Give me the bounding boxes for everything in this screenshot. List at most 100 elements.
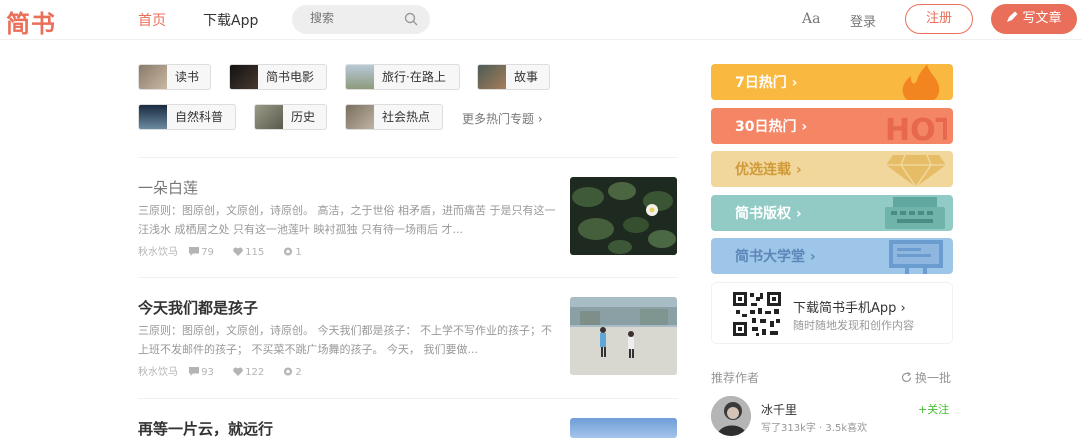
pen-icon — [1007, 11, 1018, 22]
comment-count[interactable]: 79 — [189, 247, 222, 258]
topic-history[interactable]: 历史 — [254, 104, 327, 130]
divider — [138, 157, 678, 158]
author-avatar-image — [711, 396, 751, 436]
more-topics-link[interactable]: 更多热门专题 › — [462, 110, 543, 127]
topic-label: 自然科普 — [175, 110, 224, 124]
top-navbar: 简书 首页 下载App Aa 登录 注册 写文章 — [0, 0, 1082, 40]
reward-count: 2 — [283, 367, 309, 378]
article-title[interactable]: 再等一片云，就远行 — [138, 418, 273, 439]
reward-icon — [284, 247, 293, 256]
search-input[interactable] — [310, 11, 400, 25]
blackboard-icon — [889, 240, 943, 274]
reward-count: 1 — [283, 247, 309, 258]
lotus-image — [570, 177, 677, 255]
children-photo — [570, 297, 677, 375]
download-app-banner[interactable]: 下载简书手机App › 随时随地发现和创作内容 — [711, 282, 953, 344]
search-icon[interactable] — [404, 12, 418, 26]
article-abstract: 三原则：图原创，文原创，诗原创。 今天我们都是孩子： 不上学不写作业的孩子；不上… — [138, 324, 552, 356]
board-label: 简书版权 › — [735, 206, 802, 222]
topic-stories[interactable]: 故事 — [477, 64, 550, 90]
author-name[interactable]: 冰千里 — [761, 401, 797, 418]
topic-society[interactable]: 社会热点 — [345, 104, 443, 130]
refresh-icon — [901, 371, 912, 383]
article-item: 今天我们都是孩子 三原则：图原创，文原创，诗原创。 今天我们都是孩子： 不上学不… — [138, 297, 678, 378]
nav-home[interactable]: 首页 — [138, 10, 166, 30]
board-30day-hot[interactable]: 30日热门 › HOT — [711, 108, 953, 144]
topic-label: 读书 — [175, 70, 200, 84]
topic-thumbnail — [478, 65, 506, 89]
comment-count[interactable]: 93 — [189, 367, 222, 378]
write-article-button[interactable]: 写文章 — [991, 4, 1077, 34]
board-label: 简书大学堂 › — [735, 249, 816, 265]
topic-thumbnail — [139, 65, 167, 89]
topic-label: 简书电影 — [266, 70, 315, 84]
like-count: 122 — [233, 367, 272, 378]
reward-count-value: 2 — [295, 367, 302, 378]
board-7day-hot[interactable]: 7日热门 › — [711, 64, 953, 100]
hot-icon: HOT — [885, 113, 947, 144]
divider — [138, 398, 678, 399]
fire-icon — [902, 64, 940, 100]
article-meta: 秋水饮马 93 122 2 — [138, 363, 318, 378]
article-title[interactable]: 一朵白莲 — [138, 177, 198, 198]
comment-count-value: 79 — [201, 247, 214, 258]
refresh-authors-button[interactable]: 换一批 — [901, 369, 951, 386]
article-item: 一朵白莲 三原则：图原创，文原创，诗原创。 高洁，之于世俗 相矛盾，进而痛苦 于… — [138, 177, 678, 258]
topic-reading[interactable]: 读书 — [138, 64, 211, 90]
diamond-icon — [886, 154, 946, 187]
write-article-label: 写文章 — [1022, 11, 1062, 26]
search-box[interactable] — [292, 5, 430, 34]
recommended-authors-title: 推荐作者 — [711, 371, 760, 385]
comment-count-value: 93 — [201, 367, 214, 378]
comment-icon — [189, 247, 200, 256]
topic-thumbnail — [346, 105, 374, 129]
reward-count-value: 1 — [295, 247, 302, 258]
topic-thumbnail — [230, 65, 258, 89]
article-title[interactable]: 今天我们都是孩子 — [138, 297, 258, 318]
article-thumbnail[interactable] — [570, 177, 677, 255]
topic-science[interactable]: 自然科普 — [138, 104, 236, 130]
article-author[interactable]: 秋水饮马 — [138, 367, 178, 378]
like-count-value: 122 — [245, 367, 265, 378]
divider — [138, 277, 678, 278]
author-info: 写了313k字 · 3.5k喜欢 — [761, 423, 868, 434]
logo[interactable]: 简书 — [6, 4, 56, 39]
topic-label: 历史 — [291, 110, 316, 124]
login-link[interactable]: 登录 — [850, 11, 876, 30]
comment-icon — [189, 367, 200, 376]
board-serial[interactable]: 优选连载 › — [711, 151, 953, 187]
topic-movies[interactable]: 简书电影 — [229, 64, 327, 90]
article-author[interactable]: 秋水饮马 — [138, 247, 178, 258]
board-label: 优选连载 › — [735, 162, 802, 178]
board-label: 30日热门 › — [735, 119, 808, 135]
article-abstract: 三原则：图原创，文原创，诗原创。 高洁，之于世俗 相矛盾，进而痛苦 于是只有这一… — [138, 204, 556, 236]
download-app-title: 下载简书手机App › — [793, 301, 906, 316]
article-thumbnail[interactable] — [570, 297, 677, 375]
reward-icon — [284, 367, 293, 376]
register-button[interactable]: 注册 — [905, 4, 973, 34]
article-thumbnail[interactable] — [570, 418, 677, 438]
topic-label: 社会热点 — [382, 110, 431, 124]
nav-download-app[interactable]: 下载App — [203, 10, 258, 30]
topic-thumbnail — [139, 105, 167, 129]
topic-travel[interactable]: 旅行·在路上 — [345, 64, 460, 90]
heart-icon — [233, 367, 243, 376]
board-copyright[interactable]: 简书版权 › — [711, 195, 953, 231]
follow-button[interactable]: +关注 — [918, 401, 949, 417]
topic-label: 旅行·在路上 — [382, 70, 446, 84]
avatar[interactable] — [711, 396, 751, 436]
typewriter-icon — [885, 197, 945, 229]
topic-label: 故事 — [514, 70, 539, 84]
download-app-subtitle: 随时随地发现和创作内容 — [793, 319, 914, 332]
refresh-authors-label: 换一批 — [915, 371, 952, 385]
topic-thumbnail — [255, 105, 283, 129]
article-item: 再等一片云，就远行 — [138, 418, 678, 438]
topic-thumbnail — [346, 65, 374, 89]
font-setting-toggle[interactable]: Aa — [802, 11, 820, 27]
like-count-value: 115 — [245, 247, 265, 258]
like-count: 115 — [233, 247, 272, 258]
qr-code-icon — [732, 291, 782, 337]
board-university[interactable]: 简书大学堂 › — [711, 238, 953, 274]
heart-icon — [233, 247, 243, 256]
board-label: 7日热门 › — [735, 75, 798, 91]
